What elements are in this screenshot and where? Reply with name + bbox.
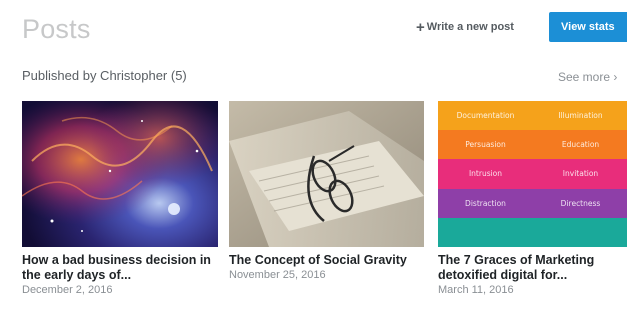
see-more-link[interactable]: See more › — [558, 70, 617, 84]
post-date: November 25, 2016 — [229, 269, 326, 281]
write-new-post-label: Write a new post — [426, 21, 514, 33]
grid-word: Invitation — [562, 169, 599, 179]
grid-word — [533, 218, 627, 247]
grid-word: Illumination — [558, 111, 603, 120]
galaxy-nebula-image[interactable] — [22, 101, 218, 247]
grid-row — [438, 217, 627, 247]
post-card[interactable]: Documentation Illumination Persuasion Educa… — [438, 101, 627, 296]
plus-icon: + — [416, 18, 425, 36]
post-date: March 11, 2016 — [438, 284, 514, 296]
post-card[interactable]: The Concept of Social Gravity November 2… — [229, 101, 424, 281]
posts-page: Posts + Write a new post View stats Publ… — [0, 0, 627, 318]
grid-word: Persuasion — [465, 140, 506, 150]
grid-row: Distraction Directness — [438, 188, 627, 218]
grid-word: Intrusion — [468, 169, 503, 179]
page-title: Posts — [22, 14, 91, 44]
grid-row: Persuasion Education — [438, 130, 627, 160]
colored-word-grid-image[interactable]: Documentation Illumination Persuasion Educa… — [438, 101, 627, 247]
newspaper-glasses-image[interactable] — [229, 101, 424, 247]
grid-word — [438, 218, 533, 247]
post-title[interactable]: The Concept of Social Gravity — [229, 253, 424, 268]
grid-word: Distraction — [465, 198, 506, 208]
grid-row: Intrusion Invitation — [438, 159, 627, 189]
grid-word: Education — [561, 140, 600, 150]
grid-word: Directness — [560, 198, 601, 208]
post-date: December 2, 2016 — [22, 284, 113, 296]
write-new-post-button[interactable]: + Write a new post — [416, 12, 514, 42]
post-title[interactable]: How a bad business decision in the early… — [22, 253, 218, 283]
post-title[interactable]: The 7 Graces of Marketing detoxified dig… — [438, 253, 627, 283]
grid-word: Documentation — [456, 111, 515, 120]
grid-row: Documentation Illumination — [438, 101, 627, 131]
view-stats-button[interactable]: View stats — [549, 12, 627, 42]
post-card[interactable]: How a bad business decision in the early… — [22, 101, 218, 296]
section-heading: Published by Christopher (5) — [22, 68, 187, 83]
see-more-label: See more — [558, 70, 611, 84]
chevron-right-icon: › — [613, 70, 618, 84]
